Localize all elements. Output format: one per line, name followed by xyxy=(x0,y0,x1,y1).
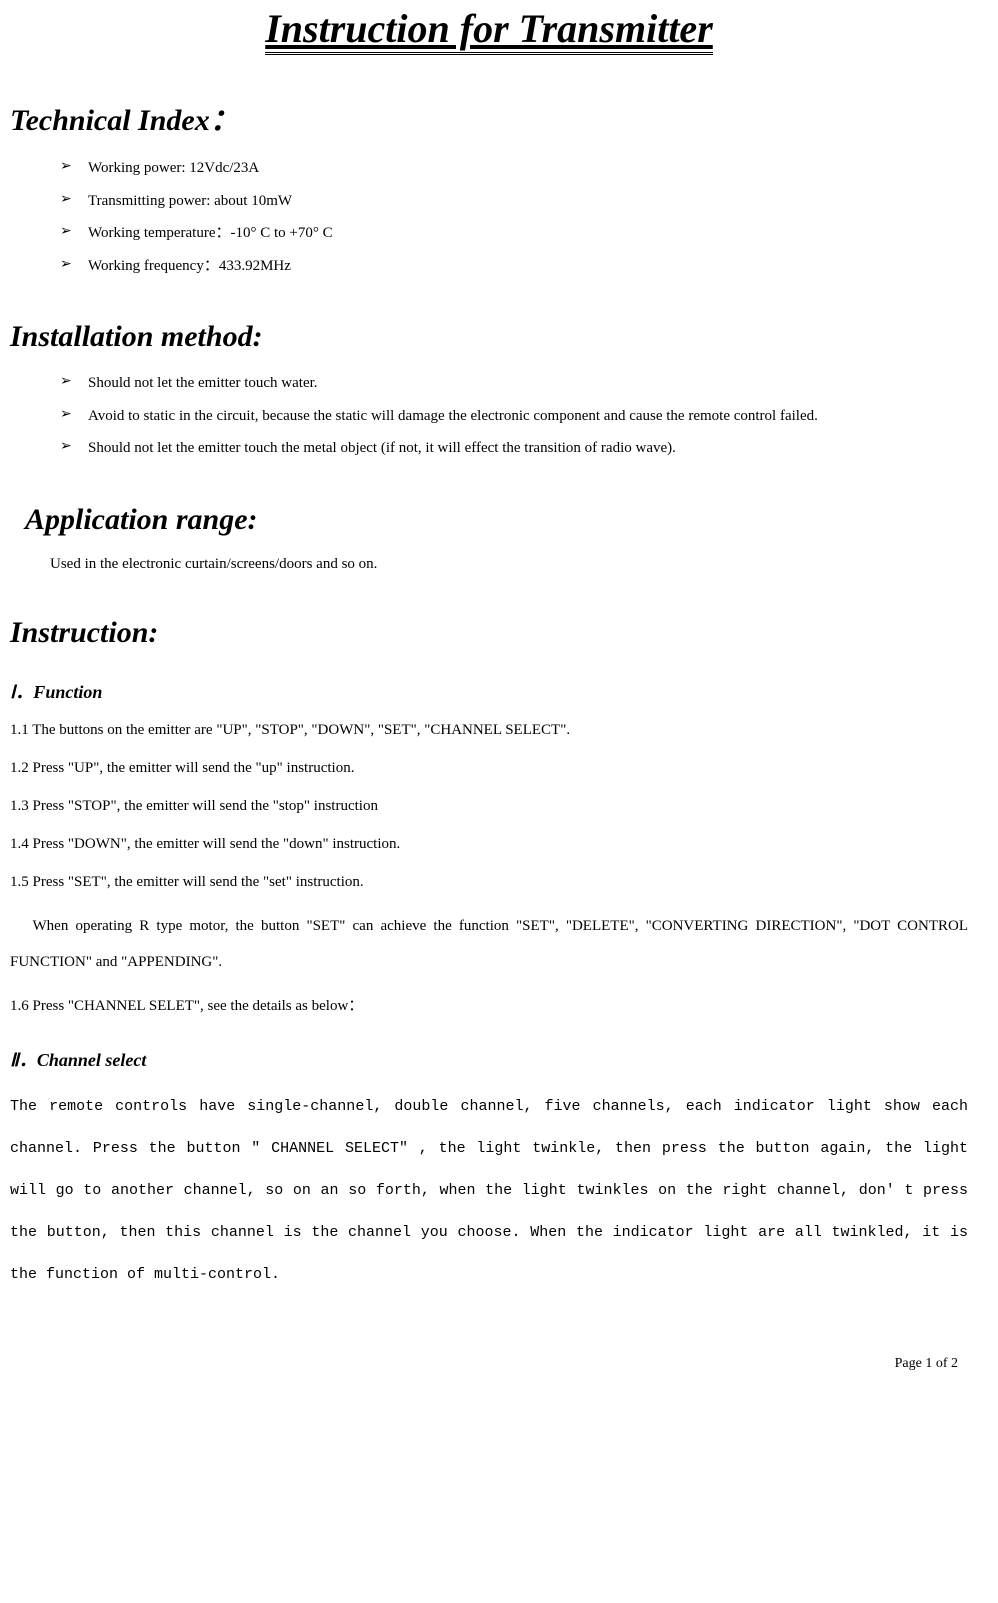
application-range-text: Used in the electronic curtain/screens/d… xyxy=(50,552,968,576)
application-range-heading: Application range: xyxy=(25,503,968,537)
list-item: Working temperature：-10° C to +70° C xyxy=(60,219,968,248)
function-line: 1.6 Press "CHANNEL SELET", see the detai… xyxy=(10,994,968,1018)
function-line: 1.3 Press "STOP", the emitter will send … xyxy=(10,794,968,818)
instruction-heading: Instruction: xyxy=(10,616,968,650)
list-item: Working frequency：433.92MHz xyxy=(60,252,968,281)
channel-select-paragraph: The remote controls have single-channel,… xyxy=(10,1086,968,1296)
list-item: Transmitting power: about 10mW xyxy=(60,187,968,216)
function-line: 1.1 The buttons on the emitter are "UP",… xyxy=(10,718,968,742)
function-paragraph-text: When operating R type motor, the button … xyxy=(10,918,968,970)
list-item: Avoid to static in the circuit, because … xyxy=(60,402,968,431)
function-paragraph: When operating R type motor, the button … xyxy=(10,908,968,980)
list-item: Should not let the emitter touch water. xyxy=(60,369,968,398)
technical-index-list: Working power: 12Vdc/23A Transmitting po… xyxy=(60,154,968,280)
installation-method-heading: Installation method: xyxy=(10,320,968,354)
technical-index-heading: Technical Index： xyxy=(10,95,968,139)
function-line: 1.5 Press "SET", the emitter will send t… xyxy=(10,870,968,894)
list-item: Working power: 12Vdc/23A xyxy=(60,154,968,183)
function-line: 1.4 Press "DOWN", the emitter will send … xyxy=(10,832,968,856)
function-heading: Ⅰ．Function xyxy=(10,678,968,704)
page-footer: Page 1 of 2 xyxy=(10,1356,968,1372)
document-title: Instruction for Transmitter xyxy=(265,5,713,55)
installation-method-list: Should not let the emitter touch water. … xyxy=(60,369,968,463)
channel-select-heading: Ⅱ．Channel select xyxy=(10,1046,968,1072)
document-page: Instruction for Transmitter Technical In… xyxy=(0,5,998,1402)
function-line: 1.2 Press "UP", the emitter will send th… xyxy=(10,756,968,780)
title-wrap: Instruction for Transmitter xyxy=(10,5,968,55)
list-item: Should not let the emitter touch the met… xyxy=(60,434,968,463)
